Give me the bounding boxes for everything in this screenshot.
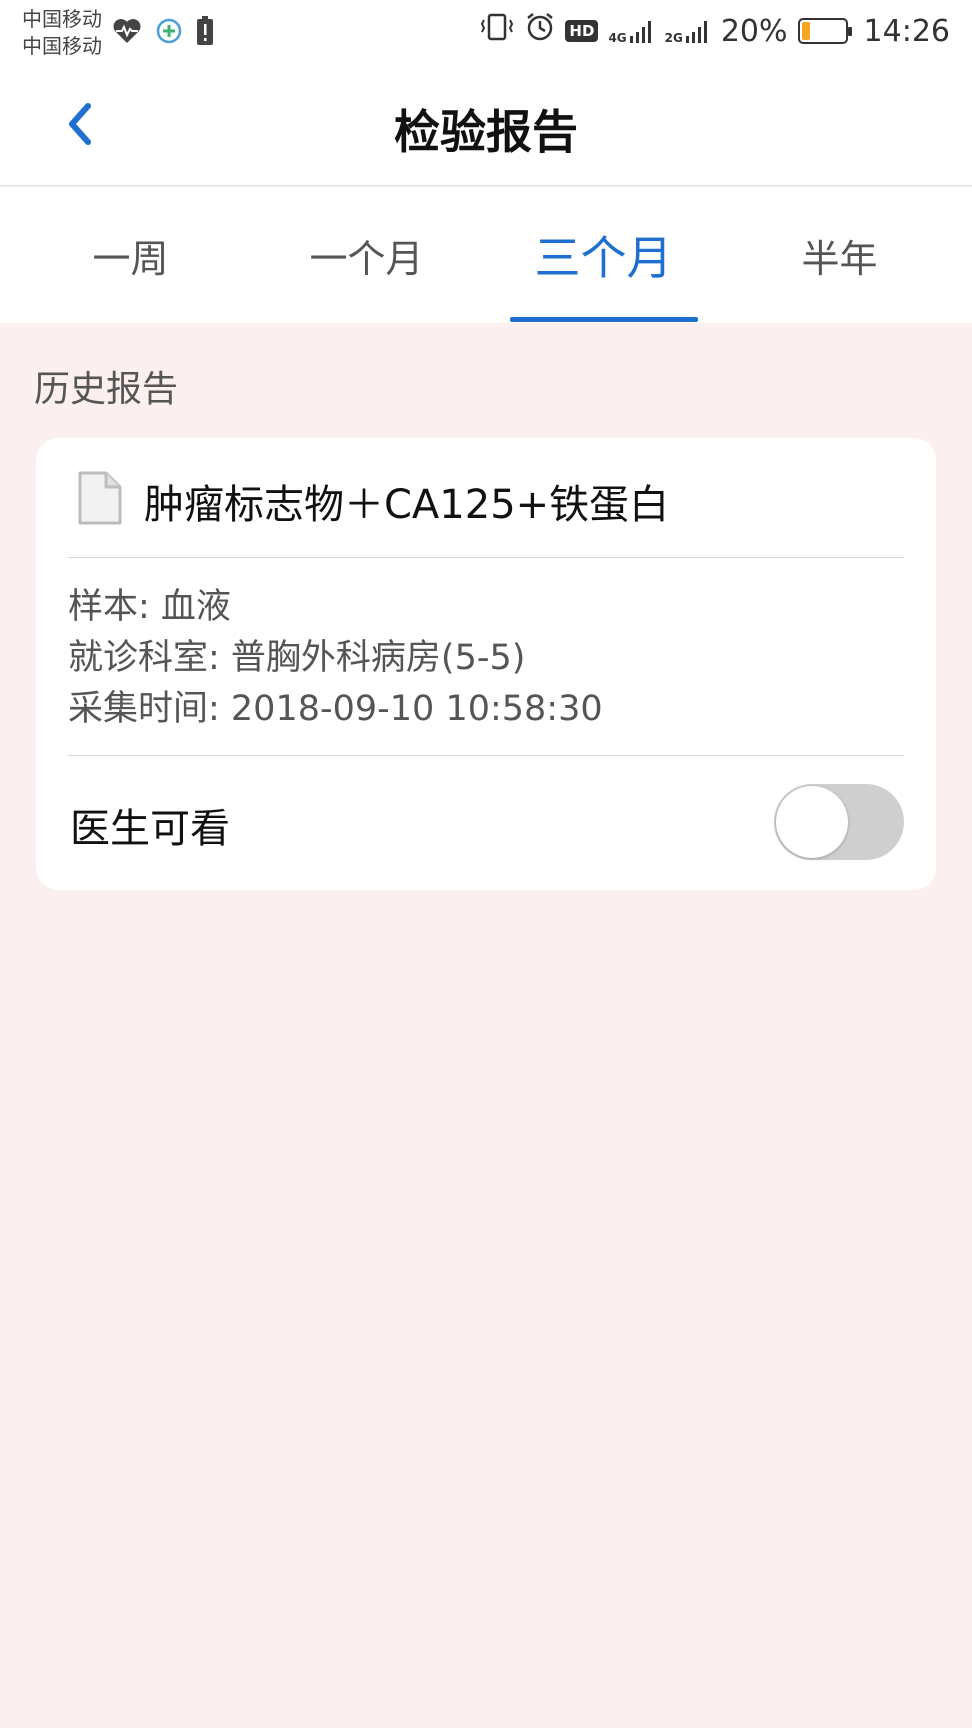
network-4g-label: 4G <box>608 31 627 45</box>
report-details: 样本: 血液 就诊科室: 普胸外科病房(5-5) 采集时间: 2018-09-1… <box>68 582 603 735</box>
vibrate-icon <box>479 12 515 50</box>
status-bar: 中国移动 中国移动 HD 4G 2G 20% 14:26 <box>0 0 972 66</box>
card-divider-bottom <box>68 755 904 756</box>
network-2g-label: 2G <box>664 31 683 45</box>
battery-percent: 20% <box>720 13 788 49</box>
clock: 14:26 <box>863 13 950 49</box>
page-title: 检验报告 <box>394 105 578 159</box>
toggle-knob <box>776 786 848 858</box>
card-divider-top <box>68 557 904 558</box>
period-tabs: 一周 一个月 三个月 半年 <box>0 187 972 323</box>
carrier-1: 中国移动 <box>22 7 102 31</box>
document-icon <box>76 470 124 530</box>
section-label-history: 历史报告 <box>34 369 179 410</box>
battery-icon <box>797 18 852 44</box>
signal-4g-icon: 4G <box>608 18 654 44</box>
alarm-icon <box>525 12 555 50</box>
tab-one-month[interactable]: 一个月 <box>245 187 488 323</box>
sample-type: 样本: 血液 <box>68 587 231 627</box>
doctor-visible-label: 医生可看 <box>70 806 230 852</box>
app-header: 检验报告 <box>0 66 972 186</box>
hd-icon: HD <box>565 20 599 42</box>
carrier-names: 中国移动 中国移动 <box>22 6 102 60</box>
report-card-header[interactable]: 肿瘤标志物＋CA125+铁蛋白 <box>36 438 936 558</box>
tab-one-week[interactable]: 一周 <box>9 187 252 323</box>
signal-2g-icon: 2G <box>665 18 711 44</box>
department: 就诊科室: 普胸外科病房(5-5) <box>68 638 526 678</box>
active-tab-indicator <box>510 317 698 322</box>
report-name: 肿瘤标志物＋CA125+铁蛋白 <box>144 482 670 528</box>
collection-time: 采集时间: 2018-09-10 10:58:30 <box>68 689 603 729</box>
battery-fill <box>801 22 810 40</box>
battery-alert-icon <box>196 16 214 50</box>
tab-three-months[interactable]: 三个月 <box>482 187 725 323</box>
report-card[interactable]: 肿瘤标志物＋CA125+铁蛋白 样本: 血液 就诊科室: 普胸外科病房(5-5)… <box>36 438 936 890</box>
tab-half-year[interactable]: 半年 <box>718 187 961 323</box>
carrier-2: 中国移动 <box>22 34 102 58</box>
app-notification-icon <box>156 18 182 48</box>
heartbeat-icon <box>112 18 142 48</box>
doctor-visible-toggle[interactable] <box>774 784 904 860</box>
